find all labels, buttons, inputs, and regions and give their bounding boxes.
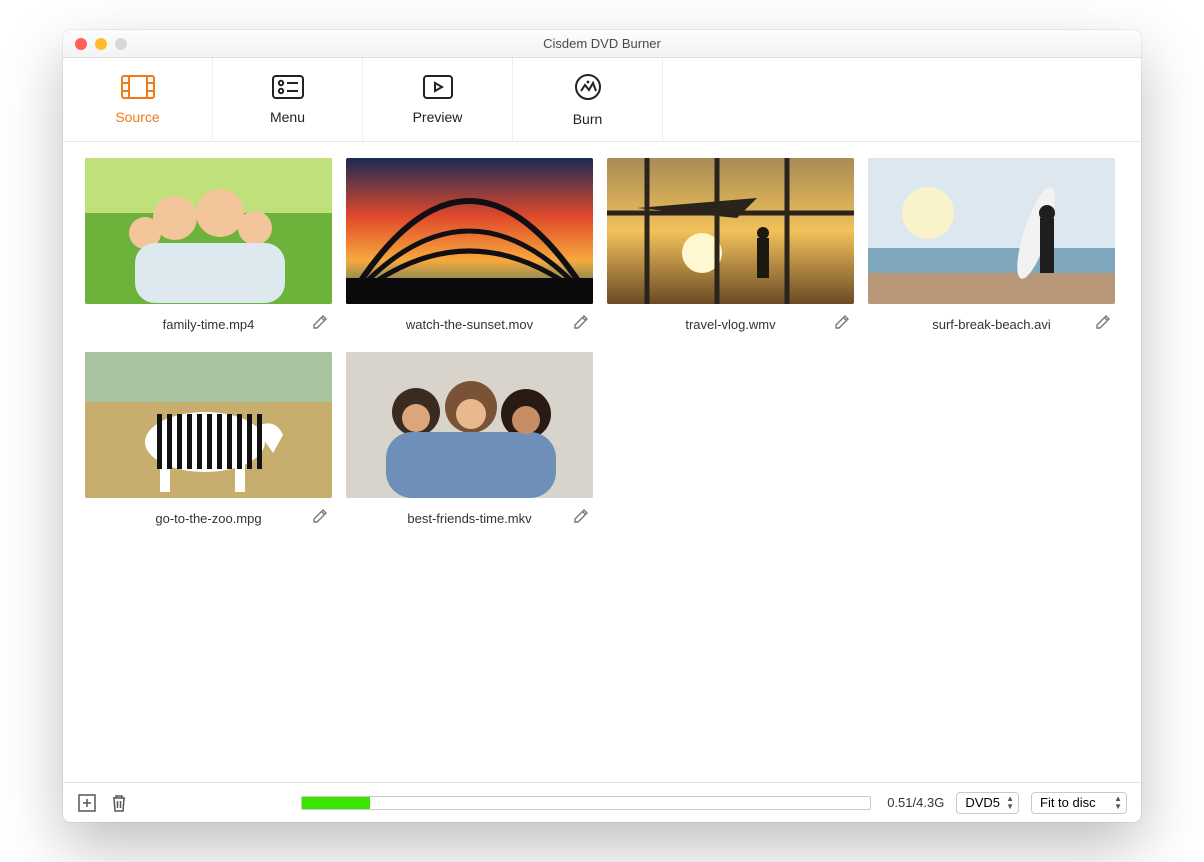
- maximize-button[interactable]: [115, 38, 127, 50]
- video-item[interactable]: go-to-the-zoo.mpg: [85, 352, 332, 532]
- rename-button[interactable]: [312, 508, 328, 529]
- video-thumbnail[interactable]: [85, 158, 332, 304]
- capacity-label: 0.51/4.3G: [887, 795, 944, 810]
- app-window: Cisdem DVD Burner Source: [63, 30, 1141, 822]
- footer-bar: 0.51/4.3G DVD5 ▲▼ Fit to disc ▲▼: [63, 782, 1141, 822]
- tab-label: Burn: [573, 111, 603, 127]
- caption-row: surf-break-beach.avi: [868, 310, 1115, 338]
- film-icon: [121, 75, 155, 99]
- caption-row: watch-the-sunset.mov: [346, 310, 593, 338]
- titlebar: Cisdem DVD Burner: [63, 30, 1141, 58]
- video-item[interactable]: watch-the-sunset.mov: [346, 158, 593, 338]
- minimize-button[interactable]: [95, 38, 107, 50]
- tab-label: Preview: [413, 109, 463, 125]
- disc-type-select[interactable]: DVD5 ▲▼: [956, 792, 1019, 814]
- video-thumbnail[interactable]: [868, 158, 1115, 304]
- fit-mode-value: Fit to disc: [1040, 795, 1096, 810]
- file-name: go-to-the-zoo.mpg: [155, 511, 261, 526]
- tab-label: Source: [115, 109, 159, 125]
- tab-preview[interactable]: Preview: [363, 58, 513, 141]
- chevron-updown-icon: ▲▼: [1114, 795, 1122, 811]
- video-thumbnail[interactable]: [346, 158, 593, 304]
- content-area: family-time.mp4 watch-the-sunset.mov tra…: [63, 142, 1141, 782]
- video-item[interactable]: best-friends-time.mkv: [346, 352, 593, 532]
- menu-template-icon: [272, 75, 304, 99]
- close-button[interactable]: [75, 38, 87, 50]
- progress-area: 0.51/4.3G: [301, 795, 944, 810]
- rename-button[interactable]: [312, 314, 328, 335]
- file-name: family-time.mp4: [163, 317, 255, 332]
- video-thumbnail[interactable]: [85, 352, 332, 498]
- video-thumbnail[interactable]: [607, 158, 854, 304]
- rename-button[interactable]: [834, 314, 850, 335]
- tab-burn[interactable]: Burn: [513, 58, 663, 141]
- caption-row: family-time.mp4: [85, 310, 332, 338]
- capacity-bar: [301, 796, 871, 810]
- rename-button[interactable]: [1095, 314, 1111, 335]
- caption-row: best-friends-time.mkv: [346, 504, 593, 532]
- window-title: Cisdem DVD Burner: [63, 36, 1141, 51]
- main-tabs: Source Menu Preview: [63, 58, 1141, 142]
- traffic-lights: [63, 38, 127, 50]
- add-button[interactable]: [77, 793, 97, 813]
- rename-button[interactable]: [573, 314, 589, 335]
- tab-menu[interactable]: Menu: [213, 58, 363, 141]
- fit-mode-select[interactable]: Fit to disc ▲▼: [1031, 792, 1127, 814]
- video-thumbnail[interactable]: [346, 352, 593, 498]
- disc-icon: [574, 73, 602, 101]
- tab-source[interactable]: Source: [63, 58, 213, 141]
- chevron-updown-icon: ▲▼: [1006, 795, 1014, 811]
- video-item[interactable]: surf-break-beach.avi: [868, 158, 1115, 338]
- file-name: surf-break-beach.avi: [932, 317, 1051, 332]
- video-item[interactable]: travel-vlog.wmv: [607, 158, 854, 338]
- video-item[interactable]: family-time.mp4: [85, 158, 332, 338]
- tab-label: Menu: [270, 109, 305, 125]
- file-name: best-friends-time.mkv: [407, 511, 531, 526]
- disc-type-value: DVD5: [965, 795, 1000, 810]
- caption-row: travel-vlog.wmv: [607, 310, 854, 338]
- file-name: watch-the-sunset.mov: [406, 317, 533, 332]
- video-grid: family-time.mp4 watch-the-sunset.mov tra…: [85, 158, 1119, 532]
- caption-row: go-to-the-zoo.mpg: [85, 504, 332, 532]
- file-name: travel-vlog.wmv: [685, 317, 775, 332]
- delete-button[interactable]: [109, 793, 129, 813]
- play-icon: [423, 75, 453, 99]
- rename-button[interactable]: [573, 508, 589, 529]
- capacity-fill: [302, 797, 370, 809]
